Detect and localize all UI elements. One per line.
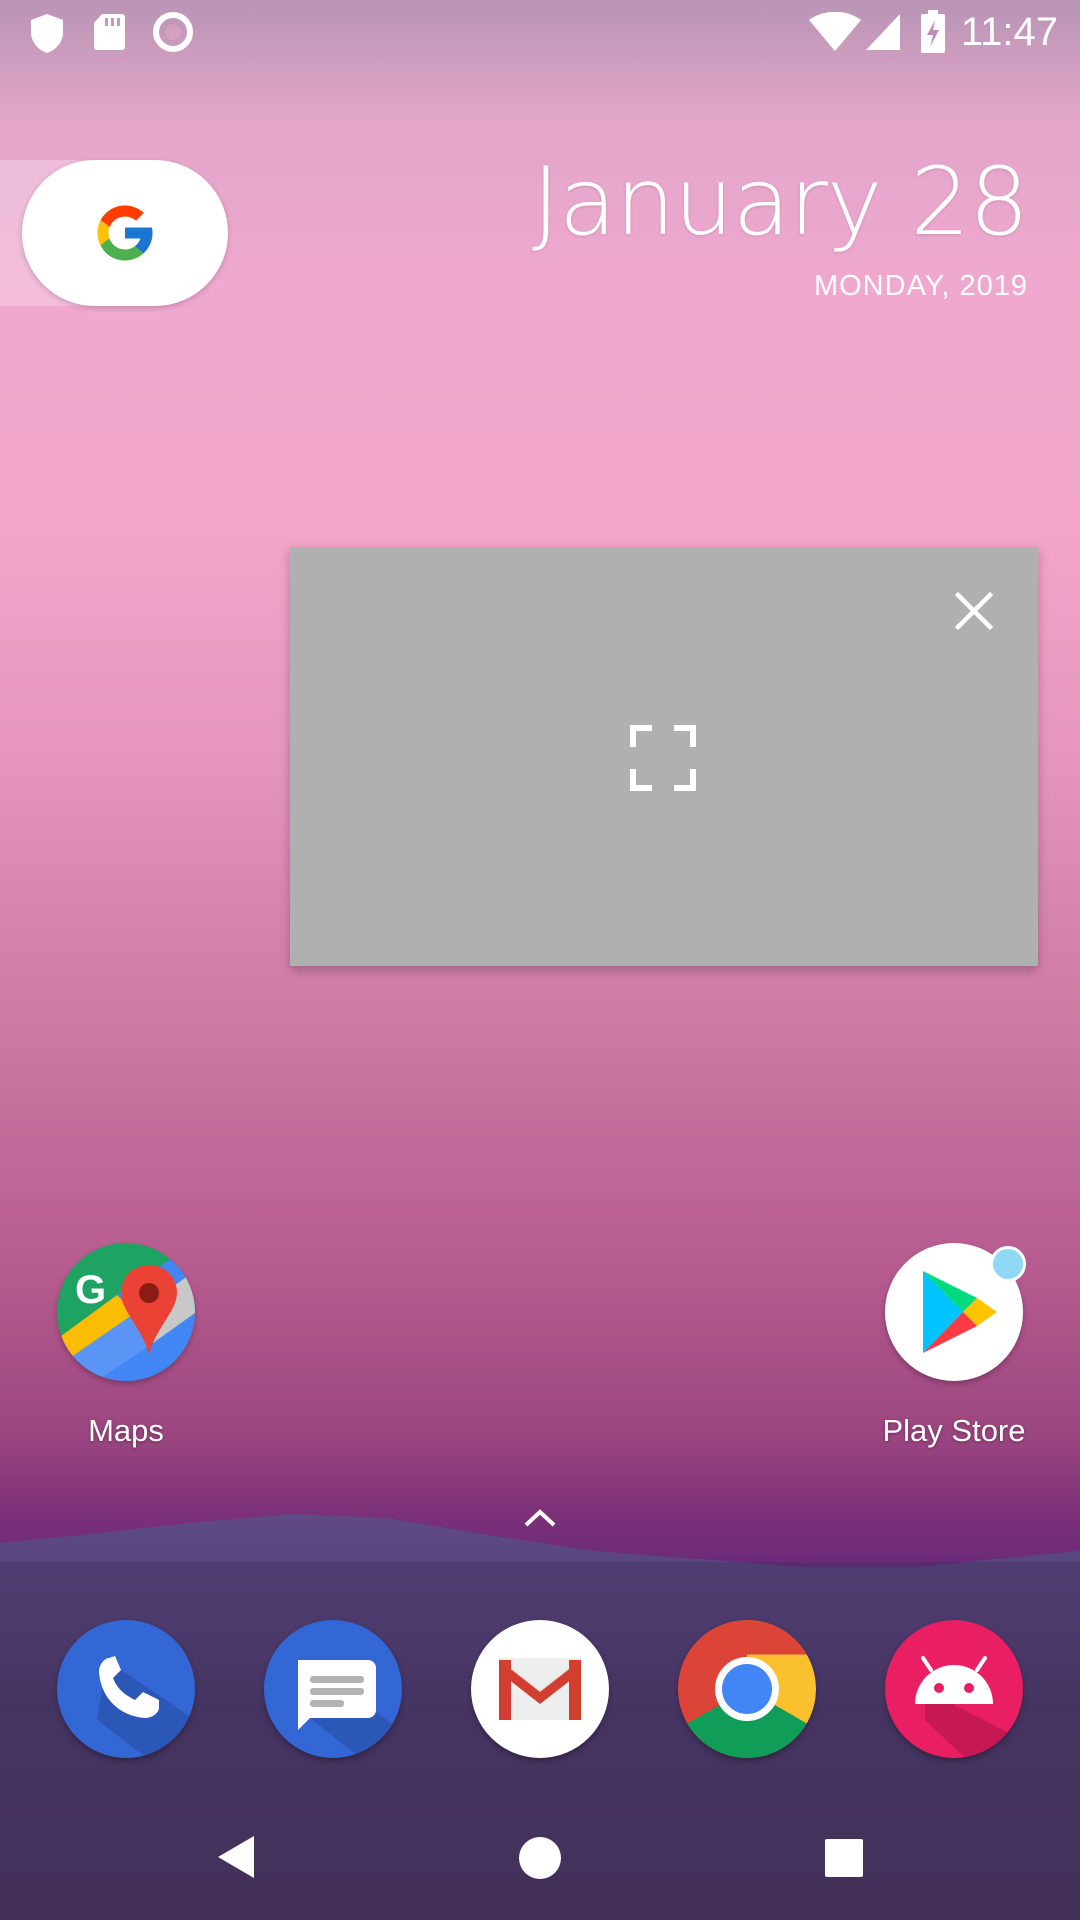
cell-signal-icon bbox=[866, 14, 900, 50]
fullscreen-icon[interactable] bbox=[630, 725, 696, 791]
weekday-year-label: MONDAY, 2019 bbox=[813, 270, 1028, 302]
android-icon[interactable] bbox=[885, 1620, 1023, 1758]
home-icon[interactable] bbox=[518, 1836, 562, 1880]
wifi-icon bbox=[809, 12, 861, 51]
maps-icon: G bbox=[57, 1243, 195, 1381]
google-search-widget[interactable] bbox=[22, 160, 228, 306]
gmail-icon[interactable] bbox=[471, 1620, 609, 1758]
phone-icon[interactable] bbox=[57, 1620, 195, 1758]
chevron-up-icon[interactable] bbox=[522, 1505, 558, 1529]
sd-card-icon bbox=[94, 14, 125, 50]
app-maps[interactable]: G Maps bbox=[46, 1243, 206, 1451]
svg-text:G: G bbox=[75, 1268, 106, 1312]
app-label-play-store: Play Store bbox=[882, 1413, 1026, 1448]
recents-icon[interactable] bbox=[824, 1838, 864, 1878]
messages-icon[interactable] bbox=[264, 1620, 402, 1758]
record-icon bbox=[153, 12, 193, 52]
app-label-maps: Maps bbox=[88, 1413, 164, 1448]
date-label[interactable]: January 28 bbox=[532, 148, 1029, 258]
status-bar: 11:47 bbox=[0, 0, 1080, 64]
battery-charging-icon bbox=[921, 10, 945, 53]
clock: 11:47 bbox=[960, 10, 1058, 54]
back-icon[interactable] bbox=[214, 1834, 258, 1880]
picture-in-picture-window[interactable] bbox=[290, 547, 1038, 966]
notification-dot bbox=[990, 1246, 1026, 1282]
shield-icon bbox=[31, 14, 63, 53]
chrome-icon[interactable] bbox=[678, 1620, 816, 1758]
google-g-icon bbox=[97, 205, 153, 261]
close-icon[interactable] bbox=[950, 587, 998, 635]
